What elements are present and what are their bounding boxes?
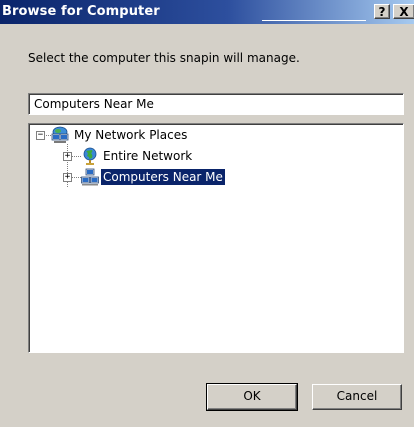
help-button[interactable]: ? bbox=[374, 4, 390, 19]
workgroup-icon bbox=[81, 168, 99, 186]
computer-tree-view[interactable]: − My Network Places + Entire Network + C… bbox=[28, 123, 404, 353]
instruction-text: Select the computer this snapin will man… bbox=[28, 51, 300, 65]
ok-button[interactable]: OK bbox=[206, 383, 298, 411]
tree-node-label-selected: Computers Near Me bbox=[101, 169, 225, 185]
browse-dialog: Browse for Computer ? X Select the compu… bbox=[0, 0, 414, 427]
expand-icon[interactable]: + bbox=[63, 152, 72, 161]
expand-icon[interactable]: + bbox=[63, 173, 72, 182]
tree-node-label: Entire Network bbox=[103, 149, 193, 163]
cancel-button[interactable]: Cancel bbox=[312, 384, 402, 410]
tree-node-entire-network[interactable]: + Entire Network bbox=[29, 147, 399, 165]
tree-node-computers-near-me[interactable]: + Computers Near Me bbox=[29, 168, 399, 186]
window-title: Browse for Computer bbox=[2, 4, 160, 19]
globe-icon bbox=[81, 147, 99, 165]
tree-node-my-network-places[interactable]: − My Network Places bbox=[29, 126, 399, 144]
network-places-icon bbox=[51, 126, 69, 144]
title-bar-divider bbox=[262, 20, 366, 21]
collapse-icon[interactable]: − bbox=[36, 131, 45, 140]
close-button[interactable]: X bbox=[393, 4, 414, 19]
selected-computer-field[interactable]: Computers Near Me bbox=[28, 93, 404, 115]
title-bar[interactable]: Browse for Computer ? X bbox=[0, 0, 414, 24]
tree-node-label: My Network Places bbox=[74, 128, 188, 142]
